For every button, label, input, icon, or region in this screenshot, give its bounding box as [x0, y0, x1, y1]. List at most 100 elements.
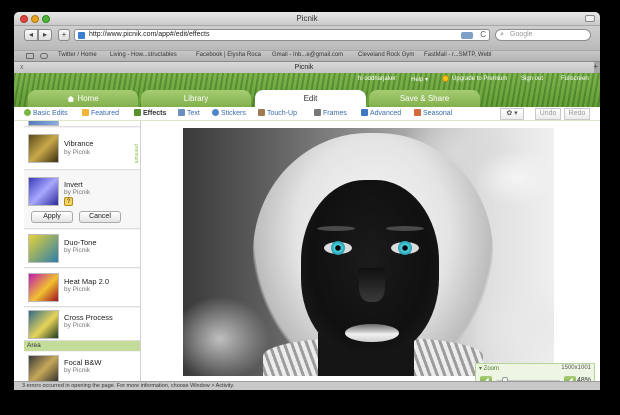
- effect-thumbnail: [28, 121, 59, 126]
- tab-save-share[interactable]: Save & Share: [369, 90, 480, 107]
- top-sites-icon[interactable]: [40, 53, 48, 59]
- effect-name: Focal B&W: [64, 358, 102, 367]
- stickers-icon: [212, 109, 219, 116]
- text-icon: [178, 109, 185, 116]
- effect-thumbnail: [28, 177, 59, 206]
- advanced-icon: [361, 109, 368, 116]
- url-text[interactable]: http://www.picnik.com/app#/edit/effects: [89, 31, 210, 38]
- effect-duo-tone[interactable]: Duo-Tone by Picnik: [24, 230, 140, 268]
- effect-author: by Picnik: [64, 322, 91, 329]
- reload-icon[interactable]: C: [480, 30, 486, 39]
- effect-author: by Picnik: [64, 367, 91, 374]
- bookmarks-bar: Twitter / Home Living - How...structable…: [14, 50, 600, 61]
- bookmark-item[interactable]: Twitter / Home: [58, 52, 97, 58]
- effect-focal-bw[interactable]: Focal B&W by Picnik: [24, 352, 140, 381]
- bookmark-item[interactable]: FastMail - r...SMTP, Webl: [424, 52, 491, 58]
- search-field[interactable]: ⌕ Google: [495, 29, 591, 41]
- effect-name: Duo-Tone: [64, 238, 97, 247]
- tab-home-label: Home: [77, 94, 99, 103]
- effect-name: Invert: [64, 180, 83, 189]
- subtab-stickers[interactable]: Stickers: [212, 109, 246, 120]
- section-label-area: Area: [24, 341, 140, 351]
- featured-icon: [82, 109, 89, 116]
- back-button[interactable]: ◂: [24, 29, 38, 41]
- help-menu[interactable]: Help ▾: [411, 76, 428, 83]
- tab-home[interactable]: Home: [28, 90, 138, 107]
- tab-edit-label: Edit: [303, 94, 318, 103]
- new-tab-button[interactable]: +: [593, 62, 598, 71]
- bookmark-item[interactable]: Facebook | Elysha Roca: [196, 52, 261, 58]
- tab-edit[interactable]: Edit: [255, 90, 366, 107]
- bookmark-item[interactable]: Cleveland Rock Gym: [358, 52, 414, 58]
- frames-icon: [314, 109, 321, 116]
- user-greeting: hi oddharjaker: [358, 76, 397, 82]
- close-tab-icon[interactable]: x: [20, 62, 24, 73]
- effect-thumbnail: [28, 134, 59, 163]
- basic-edits-icon: [24, 109, 31, 116]
- effect-heat-map[interactable]: Heat Map 2.0 by Picnik: [24, 269, 140, 307]
- status-bar: 3 errors occurred in opening the page. F…: [14, 381, 600, 390]
- toolbar-toggle-button[interactable]: [585, 15, 595, 22]
- effects-icon: [134, 109, 141, 116]
- subtab-featured[interactable]: Featured: [82, 109, 119, 120]
- effect-thumbnail: [28, 310, 59, 339]
- effect-name: Cross Process: [64, 313, 113, 322]
- cancel-button[interactable]: Cancel: [79, 211, 121, 223]
- effect-author: by Picnik: [64, 286, 91, 293]
- tab-strip: x Picnik +: [14, 61, 600, 74]
- undo-button[interactable]: Undo: [535, 108, 561, 120]
- help-icon[interactable]: ?: [64, 197, 73, 206]
- browser-window: Picnik ◂ ▸ + http://www.picnik.com/app#/…: [14, 12, 600, 390]
- effect-name: Heat Map 2.0: [64, 277, 110, 286]
- subtab-basic-edits[interactable]: Basic Edits: [24, 109, 68, 120]
- photo-left-brow: [317, 226, 355, 231]
- tab-library[interactable]: Library: [141, 90, 251, 107]
- forward-button[interactable]: ▸: [38, 29, 52, 41]
- edit-toolbar: Basic Edits Featured Effects Text Sticke…: [14, 107, 600, 121]
- tab-label: Picnik: [294, 64, 314, 71]
- sign-out-link[interactable]: Sign out: [521, 76, 543, 82]
- subtab-touch-up[interactable]: Touch-Up: [258, 109, 297, 120]
- favicon-icon: [78, 32, 85, 39]
- subtab-advanced[interactable]: Advanced: [361, 109, 401, 120]
- effect-invert[interactable]: Invert by Picnik ? Apply Cancel: [24, 171, 140, 229]
- rss-icon[interactable]: [461, 32, 473, 39]
- image-size: 1500x1001: [561, 365, 591, 371]
- bookmarks-book-icon[interactable]: [26, 53, 34, 59]
- app-header: hi oddharjaker Help ▾ Upgrade to Premium…: [14, 73, 600, 107]
- add-bookmark-button[interactable]: +: [58, 29, 70, 41]
- search-icon: ⌕: [500, 31, 504, 38]
- photo-nose: [359, 268, 385, 302]
- effect-thumbnail: [28, 234, 59, 263]
- touch-up-icon: [258, 109, 265, 116]
- subtab-text[interactable]: Text: [178, 109, 200, 120]
- subtab-frames[interactable]: Frames: [314, 109, 347, 120]
- tab-library-label: Library: [183, 94, 209, 103]
- photo-lips: [345, 324, 399, 342]
- apply-button[interactable]: Apply: [31, 211, 73, 223]
- list-item[interactable]: [24, 121, 140, 127]
- bookmark-item[interactable]: Living - How...structables: [110, 52, 177, 58]
- photo-canvas[interactable]: [183, 128, 554, 376]
- upgrade-link[interactable]: Upgrade to Premium: [452, 76, 507, 82]
- search-placeholder[interactable]: Google: [510, 31, 533, 38]
- redo-button[interactable]: Redo: [564, 108, 590, 120]
- subtab-seasonal[interactable]: Seasonal: [414, 109, 452, 120]
- address-bar[interactable]: http://www.picnik.com/app#/edit/effects …: [74, 29, 490, 41]
- tab-save-share-label: Save & Share: [399, 94, 450, 103]
- effect-thumbnail: [28, 273, 59, 302]
- effect-author: by Picnik: [64, 149, 91, 156]
- premium-star-icon: [442, 75, 449, 82]
- effects-panel: Vibrance by Picnik premium Invert by Pic…: [24, 121, 141, 381]
- zoom-label[interactable]: ▾ Zoom: [479, 365, 499, 372]
- photo-left-iris: [331, 241, 345, 255]
- photo-right-eye: [391, 241, 419, 255]
- effect-vibrance[interactable]: Vibrance by Picnik premium: [24, 128, 140, 170]
- window-title: Picnik: [296, 14, 318, 23]
- subtab-effects[interactable]: Effects: [134, 109, 166, 120]
- settings-dropdown[interactable]: ✿ ▾: [500, 108, 524, 120]
- bookmark-item[interactable]: Gmail - Inb...e@gmail.com: [272, 52, 343, 58]
- effect-name: Vibrance: [64, 139, 94, 148]
- fullscreen-link[interactable]: Fullscreen: [561, 76, 589, 82]
- effect-cross-process[interactable]: Cross Process by Picnik: [24, 308, 140, 341]
